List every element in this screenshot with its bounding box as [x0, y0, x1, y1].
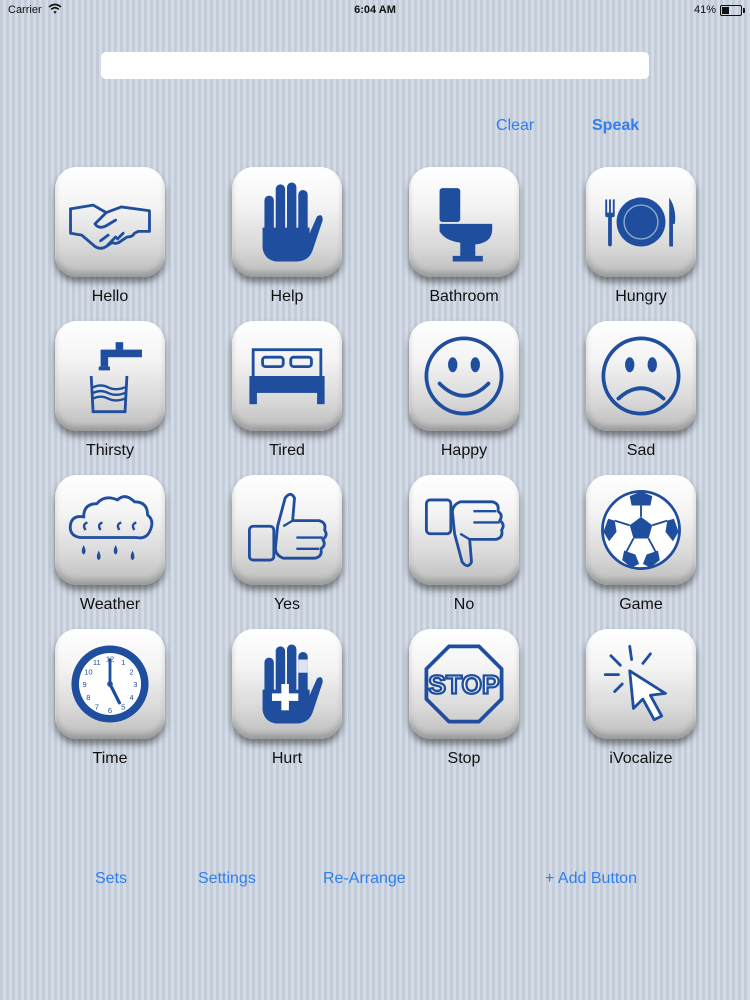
stop-sign-icon: STOP: [424, 644, 504, 724]
tile-label: Thirsty: [86, 442, 134, 459]
tile-tired[interactable]: Tired: [227, 321, 347, 460]
sets-button[interactable]: Sets: [95, 870, 127, 888]
cursor-click-icon: [603, 644, 667, 722]
bandaged-hand-icon: [262, 644, 323, 724]
svg-text:3: 3: [133, 680, 137, 689]
tile-label: iVocalize: [609, 750, 673, 767]
game-button[interactable]: [586, 475, 696, 585]
tile-hello[interactable]: Hello: [50, 167, 170, 306]
battery-icon: [720, 5, 745, 16]
status-bar: Carrier 6:04 AM 41%: [0, 0, 750, 22]
weather-button[interactable]: [55, 475, 165, 585]
stop-sign-text: STOP: [428, 669, 499, 699]
tile-weather[interactable]: Weather: [50, 475, 170, 614]
status-time: 6:04 AM: [354, 4, 396, 16]
tile-ivocalize[interactable]: iVocalize: [581, 629, 701, 768]
plate-fork-knife-icon: [605, 197, 676, 247]
svg-text:6: 6: [108, 706, 112, 715]
help-button[interactable]: [232, 167, 342, 277]
tile-yes[interactable]: Yes: [227, 475, 347, 614]
svg-text:7: 7: [95, 702, 99, 711]
rain-cloud-icon: [68, 495, 154, 561]
svg-text:10: 10: [84, 668, 92, 677]
tile-no[interactable]: No: [404, 475, 524, 614]
no-button[interactable]: [409, 475, 519, 585]
clear-button[interactable]: Clear: [496, 117, 534, 135]
stop-button[interactable]: STOP: [409, 629, 519, 739]
tile-label: Hungry: [615, 288, 667, 305]
svg-text:1: 1: [121, 658, 125, 667]
tile-label: Yes: [273, 596, 301, 613]
tile-label: Happy: [440, 442, 488, 459]
raised-hand-icon: [262, 182, 323, 262]
tile-label: Help: [270, 288, 304, 305]
tile-label: Tired: [269, 442, 305, 459]
rearrange-button[interactable]: Re-Arrange: [323, 870, 406, 888]
tile-hungry[interactable]: Hungry: [581, 167, 701, 306]
tile-thirsty[interactable]: Thirsty: [50, 321, 170, 460]
tile-label: Game: [619, 596, 663, 613]
svg-text:11: 11: [93, 658, 101, 667]
svg-text:9: 9: [83, 680, 87, 689]
thirsty-button[interactable]: [55, 321, 165, 431]
thumbs-up-icon: [247, 492, 328, 562]
soccer-ball-icon: [601, 490, 681, 570]
clock-icon: 12369 1245 781011: [71, 645, 149, 723]
tile-label: Bathroom: [429, 288, 499, 305]
bed-icon: [249, 348, 325, 405]
svg-text:8: 8: [86, 693, 90, 702]
tile-hurt[interactable]: Hurt: [227, 629, 347, 768]
sad-face-icon: [601, 336, 681, 416]
svg-text:5: 5: [121, 702, 125, 711]
smiley-face-icon: [424, 336, 504, 416]
faucet-glass-icon: [89, 342, 142, 414]
time-button[interactable]: 12369 1245 781011: [55, 629, 165, 739]
tile-label: Hurt: [271, 750, 303, 767]
tile-label: No: [453, 596, 475, 613]
tile-game[interactable]: Game: [581, 475, 701, 614]
tile-label: Weather: [79, 596, 141, 613]
svg-text:2: 2: [130, 668, 134, 677]
tile-stop[interactable]: STOP Stop: [404, 629, 524, 768]
hungry-button[interactable]: [586, 167, 696, 277]
ivocalize-button[interactable]: [586, 629, 696, 739]
handshake-icon: [69, 203, 151, 250]
tile-sad[interactable]: Sad: [581, 321, 701, 460]
tile-happy[interactable]: Happy: [404, 321, 524, 460]
thumbs-down-icon: [424, 498, 505, 568]
message-text-field[interactable]: [101, 52, 649, 79]
tile-time[interactable]: 12369 1245 781011 Time: [50, 629, 170, 768]
sad-button[interactable]: [586, 321, 696, 431]
tile-help[interactable]: Help: [227, 167, 347, 306]
yes-button[interactable]: [232, 475, 342, 585]
svg-text:4: 4: [130, 693, 134, 702]
bathroom-button[interactable]: [409, 167, 519, 277]
tile-bathroom[interactable]: Bathroom: [404, 167, 524, 306]
hurt-button[interactable]: [232, 629, 342, 739]
speak-button[interactable]: Speak: [592, 117, 639, 135]
hello-button[interactable]: [55, 167, 165, 277]
tile-label: Time: [92, 750, 128, 767]
battery-percent: 41%: [693, 4, 716, 16]
settings-button[interactable]: Settings: [198, 870, 256, 888]
tile-label: Sad: [626, 442, 656, 459]
tired-button[interactable]: [232, 321, 342, 431]
toilet-icon: [439, 188, 493, 262]
happy-button[interactable]: [409, 321, 519, 431]
tile-label: Hello: [91, 288, 129, 305]
tile-label: Stop: [447, 750, 481, 767]
add-button-button[interactable]: + Add Button: [545, 870, 637, 888]
